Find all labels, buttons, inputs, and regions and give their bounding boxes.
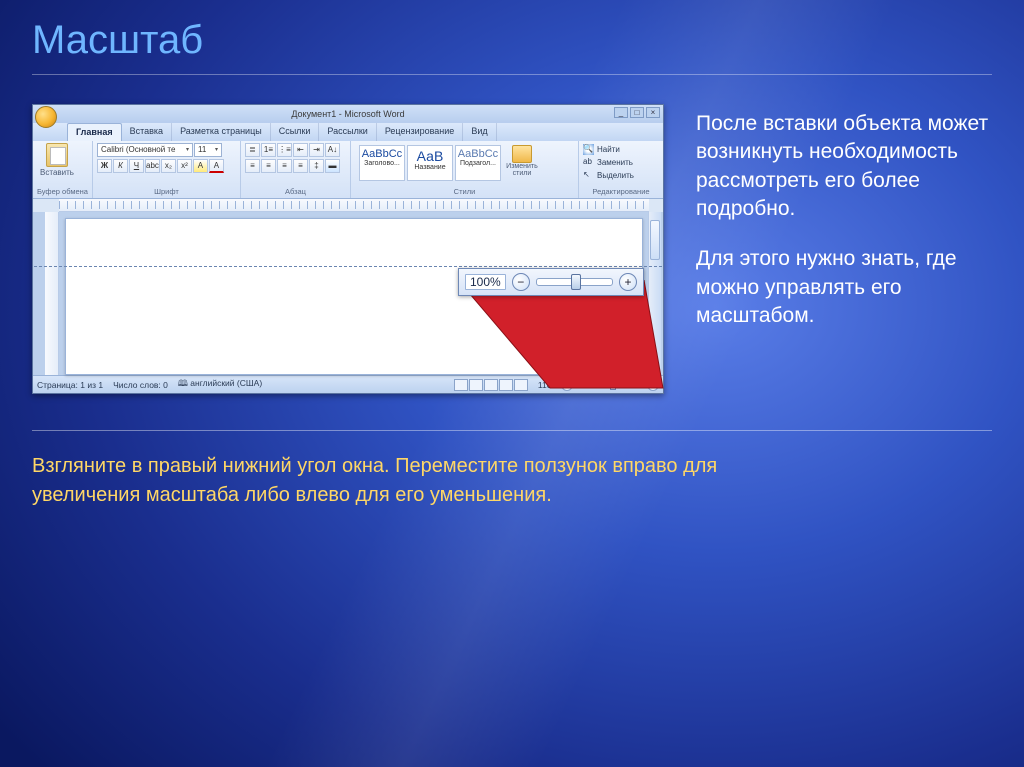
highlight-button[interactable]: A	[193, 159, 208, 173]
line-spacing-button[interactable]: ‡	[309, 159, 324, 173]
tab-layout[interactable]: Разметка страницы	[172, 123, 271, 141]
shading-button[interactable]: ▬	[325, 159, 340, 173]
explanation-text: После вставки объекта может возникнуть н…	[696, 110, 992, 352]
change-styles-icon	[512, 145, 532, 163]
font-size-combo[interactable]: 11▾	[194, 143, 222, 157]
divider-middle	[32, 430, 992, 431]
word-titlebar: Документ1 - Microsoft Word _ □ ×	[33, 105, 663, 123]
paste-label: Вставить	[40, 168, 74, 177]
select-button[interactable]: ↖Выделить	[583, 169, 659, 182]
paragraph-2: Для этого нужно знать, где можно управля…	[696, 245, 992, 330]
status-words[interactable]: Число слов: 0	[113, 380, 168, 390]
zoom-in-button[interactable]: +	[619, 273, 637, 291]
group-font: Calibri (Основной те▾ 11▾ Ж К Ч abc x₂ x…	[93, 141, 241, 198]
strike-button[interactable]: abc	[145, 159, 160, 173]
tab-review[interactable]: Рецензирование	[377, 123, 464, 141]
group-label-paragraph: Абзац	[245, 187, 346, 196]
word-title: Документ1 - Microsoft Word	[291, 109, 404, 119]
style-subtitle[interactable]: AaBbCcПодзагол...	[455, 145, 501, 181]
tab-view[interactable]: Вид	[463, 123, 496, 141]
horizontal-ruler[interactable]	[59, 199, 649, 212]
bullets-button[interactable]: ≣	[245, 143, 260, 157]
group-clipboard: Вставить Буфер обмена	[33, 141, 93, 198]
paste-button[interactable]: Вставить	[37, 143, 77, 177]
font-color-button[interactable]: A	[209, 159, 224, 173]
find-button[interactable]: 🔍Найти	[583, 143, 659, 156]
style-heading[interactable]: AaBbCcЗаголово...	[359, 145, 405, 181]
justify-button[interactable]: ≡	[293, 159, 308, 173]
status-language[interactable]: 🕮 английский (США)	[178, 378, 262, 392]
slide-title: Масштаб	[32, 18, 203, 63]
find-icon: 🔍	[583, 144, 594, 155]
bold-button[interactable]: Ж	[97, 159, 112, 173]
group-label-font: Шрифт	[97, 187, 236, 196]
multilevel-button[interactable]: ⋮≡	[277, 143, 292, 157]
indent-inc-button[interactable]: ⇥	[309, 143, 324, 157]
tab-mailings[interactable]: Рассылки	[319, 123, 376, 141]
close-button[interactable]: ×	[646, 107, 660, 118]
vertical-ruler[interactable]	[45, 212, 59, 375]
ribbon: Вставить Буфер обмена Calibri (Основной …	[33, 141, 663, 199]
paragraph-1: После вставки объекта может возникнуть н…	[696, 110, 992, 223]
scroll-thumb[interactable]	[650, 220, 660, 260]
group-styles: AaBbCcЗаголово... АаВНазвание AaBbCcПодз…	[351, 141, 579, 198]
align-center-button[interactable]: ≡	[261, 159, 276, 173]
divider-top	[32, 74, 992, 75]
zoom-percent[interactable]: 100%	[465, 274, 506, 290]
indent-dec-button[interactable]: ⇤	[293, 143, 308, 157]
ribbon-tabs: Главная Вставка Разметка страницы Ссылки…	[33, 123, 663, 141]
numbering-button[interactable]: 1≡	[261, 143, 276, 157]
zoom-slider-knob[interactable]	[571, 274, 581, 290]
group-editing: 🔍Найти abЗаменить ↖Выделить Редактирован…	[579, 141, 663, 198]
paste-icon	[46, 143, 68, 167]
align-right-button[interactable]: ≡	[277, 159, 292, 173]
tab-insert[interactable]: Вставка	[122, 123, 172, 141]
change-styles-button[interactable]: Изменить стили	[503, 145, 541, 177]
subscript-button[interactable]: x₂	[161, 159, 176, 173]
italic-button[interactable]: К	[113, 159, 128, 173]
font-name-combo[interactable]: Calibri (Основной те▾	[97, 143, 193, 157]
instruction-text: Взгляните в правый нижний угол окна. Пер…	[32, 452, 824, 510]
select-icon: ↖	[583, 170, 594, 181]
zoom-out-button[interactable]: −	[512, 273, 530, 291]
office-button[interactable]	[35, 106, 57, 128]
replace-button[interactable]: abЗаменить	[583, 156, 659, 169]
style-title[interactable]: АаВНазвание	[407, 145, 453, 181]
group-label-styles: Стили	[355, 187, 574, 196]
group-label-editing: Редактирование	[583, 187, 659, 196]
tab-references[interactable]: Ссылки	[271, 123, 320, 141]
zoom-control-magnified: 100% − +	[458, 268, 644, 296]
minimize-button[interactable]: _	[614, 107, 628, 118]
superscript-button[interactable]: x²	[177, 159, 192, 173]
window-buttons: _ □ ×	[614, 107, 660, 118]
sort-button[interactable]: A↓	[325, 143, 340, 157]
tab-home[interactable]: Главная	[67, 123, 122, 141]
maximize-button[interactable]: □	[630, 107, 644, 118]
group-paragraph: ≣ 1≡ ⋮≡ ⇤ ⇥ A↓ ≡ ≡ ≡ ≡ ‡ ▬ Абзац	[241, 141, 351, 198]
replace-icon: ab	[583, 157, 594, 168]
status-page[interactable]: Страница: 1 из 1	[37, 380, 103, 390]
align-left-button[interactable]: ≡	[245, 159, 260, 173]
underline-button[interactable]: Ч	[129, 159, 144, 173]
callout-shape	[458, 280, 668, 400]
group-label-clipboard: Буфер обмена	[37, 187, 88, 196]
zoom-slider[interactable]	[536, 278, 613, 286]
